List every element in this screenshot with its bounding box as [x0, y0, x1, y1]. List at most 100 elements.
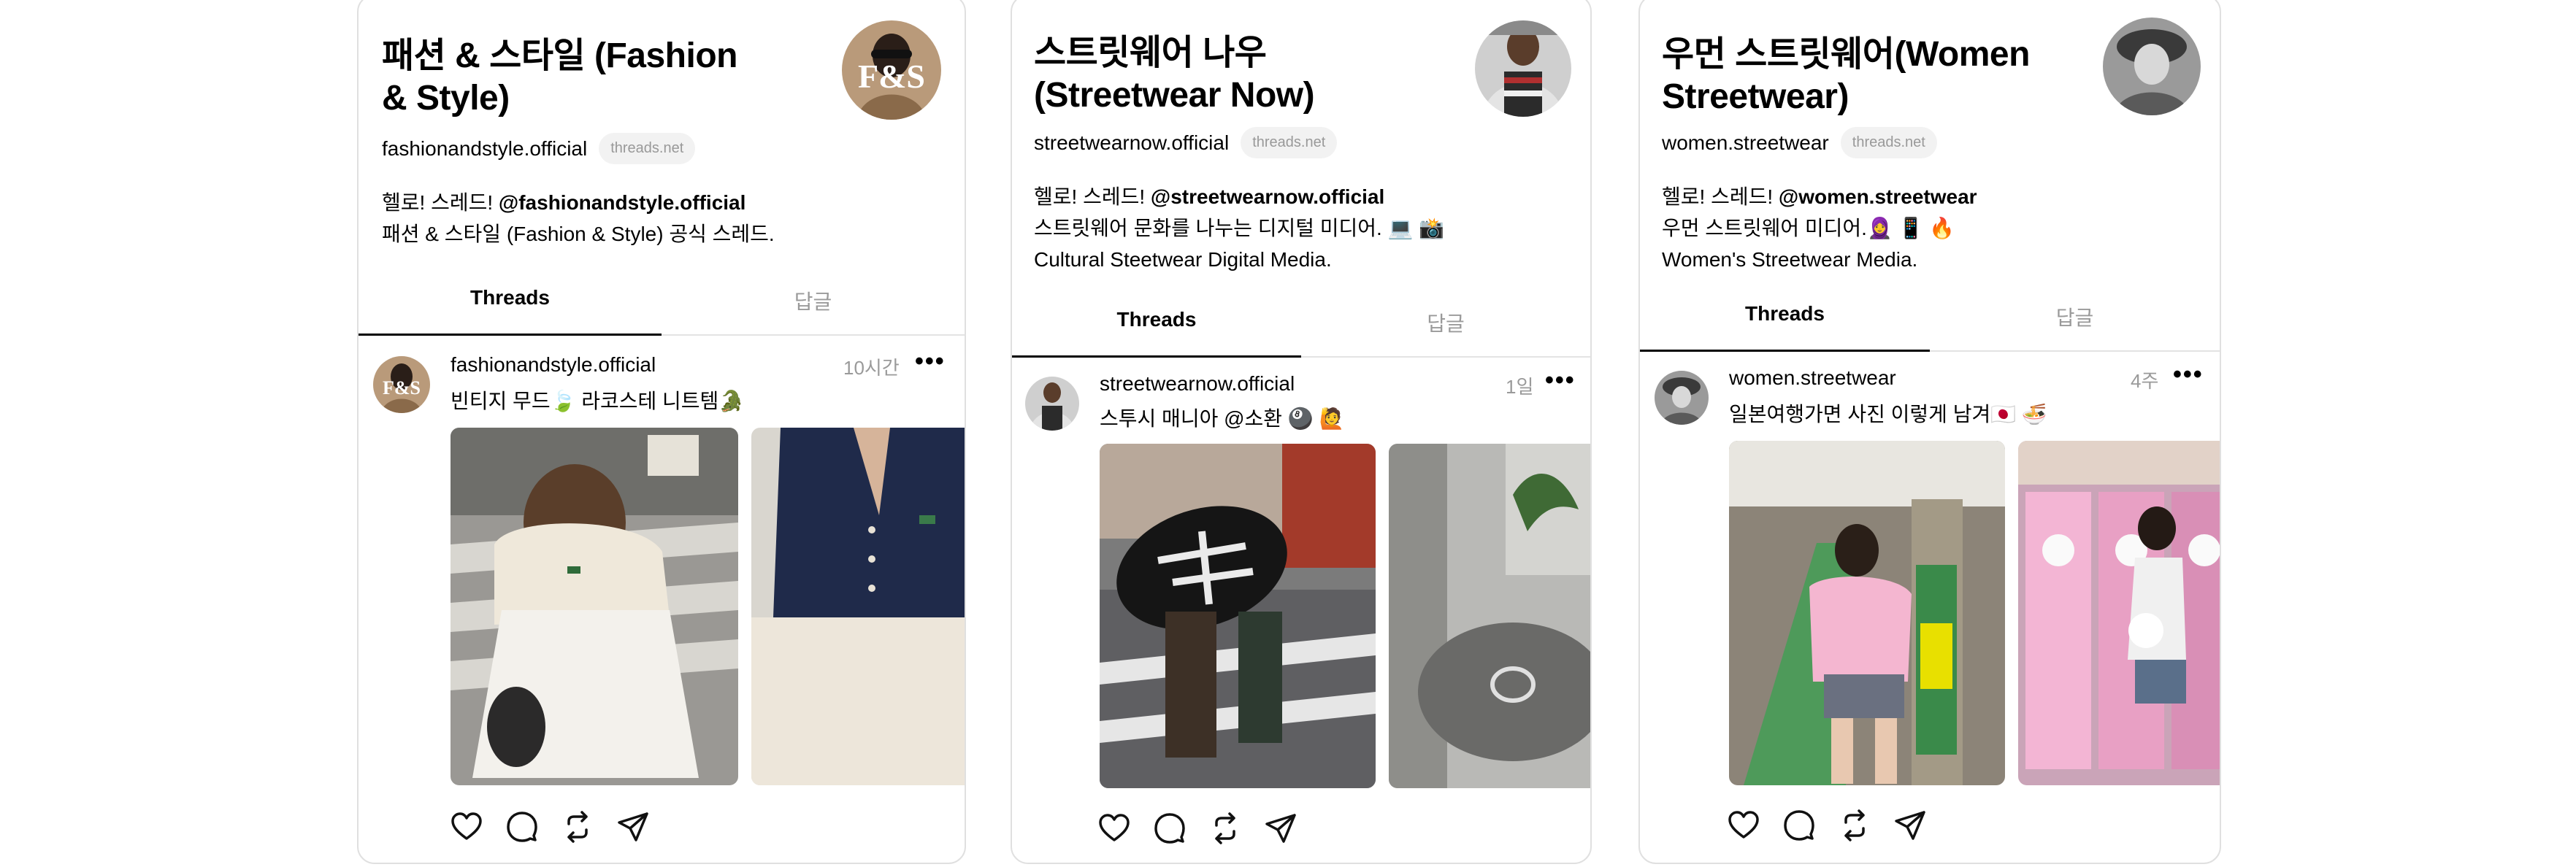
- post-username-link[interactable]: fashionandstyle.official: [451, 353, 656, 377]
- post-author-avatar[interactable]: [1025, 377, 1079, 431]
- post-photo[interactable]: [1389, 444, 1590, 788]
- domain-badge[interactable]: threads.net: [1241, 127, 1338, 158]
- post-author-avatar[interactable]: [1655, 371, 1709, 425]
- profile-title: 패션 & 스타일 (Fashion & Style): [382, 36, 737, 117]
- bio-greeting: 헬로! 스레드!: [382, 191, 499, 214]
- post-author-avatar[interactable]: F&S: [373, 356, 430, 413]
- threads-profile-card-womenstreetwear: 우먼 스트릿웨어(Women Streetwear) women.streetw…: [1638, 0, 2221, 864]
- reply-button[interactable]: [1783, 809, 1815, 841]
- tab-threads[interactable]: Threads: [1640, 302, 1930, 352]
- post-media-carousel[interactable]: [1100, 444, 1590, 788]
- reply-button[interactable]: [506, 811, 538, 843]
- bio-line-2: 패션 & 스타일 (Fashion & Style) 공식 스레드.: [382, 223, 775, 245]
- post-actions: [451, 811, 649, 843]
- handle-row: fashionandstyle.official threads.net: [382, 133, 696, 164]
- profile-tabs: Threads 답글: [1640, 302, 2220, 352]
- profile-avatar-image: [1475, 20, 1571, 117]
- bio-greeting: 헬로! 스레드!: [1662, 185, 1779, 208]
- photo-gravel-stussy-logo: [1389, 444, 1590, 788]
- comment-icon: [1784, 810, 1814, 841]
- profile-tabs: Threads 답글: [1012, 308, 1590, 358]
- post-author-avatar-image: F&S: [373, 356, 430, 413]
- photo-umbrella-street: [1100, 444, 1376, 788]
- post-media-carousel[interactable]: [1729, 441, 2220, 785]
- profile-handle-link[interactable]: fashionandstyle.official: [382, 137, 587, 161]
- like-button[interactable]: [451, 811, 483, 843]
- handle-row: streetwearnow.official threads.net: [1034, 127, 1338, 158]
- repost-icon: [1844, 809, 1865, 841]
- bio-mention-link[interactable]: @women.streetwear: [1779, 185, 1977, 208]
- bio-line-2: 우먼 스트릿웨어 미디어.🧕 📱 🔥: [1662, 217, 1955, 239]
- domain-badge[interactable]: threads.net: [599, 133, 696, 164]
- tab-replies[interactable]: 답글: [662, 286, 965, 334]
- share-button[interactable]: [1894, 809, 1926, 841]
- reply-button[interactable]: [1154, 812, 1186, 844]
- post-timestamp[interactable]: 1일: [1506, 372, 1533, 399]
- threads-profile-card-streetwearnow: 스트릿웨어 나우 (Streetwear Now) streetwearnow.…: [1011, 0, 1592, 864]
- profile-bio: 헬로! 스레드! @women.streetwear 우먼 스트릿웨어 미디어.…: [1662, 181, 1977, 275]
- bio-mention-link[interactable]: @fashionandstyle.official: [499, 191, 745, 214]
- profile-avatar[interactable]: [1475, 20, 1571, 117]
- tab-threads[interactable]: Threads: [1012, 308, 1301, 358]
- comment-icon: [1154, 813, 1185, 844]
- post-photo[interactable]: [1100, 444, 1376, 788]
- post-photo[interactable]: [751, 428, 965, 785]
- share-icon: [618, 812, 648, 841]
- avatar-logo-text-small: F&S: [383, 377, 421, 398]
- post-photo[interactable]: [1729, 441, 2005, 785]
- post-caption: 스투시 매니아 @소환 🎱 🙋: [1100, 407, 1345, 430]
- post-caption: 빈티지 무드🍃 라코스테 니트템🐊: [451, 390, 745, 412]
- tab-threads[interactable]: Threads: [359, 286, 662, 336]
- profile-tabs: Threads 답글: [359, 286, 965, 336]
- share-button[interactable]: [1265, 812, 1297, 844]
- domain-badge[interactable]: threads.net: [1840, 127, 1937, 158]
- tab-replies[interactable]: 답글: [1301, 308, 1590, 356]
- heart-icon: [1728, 811, 1759, 839]
- repost-button[interactable]: [561, 811, 594, 843]
- photo-cream-knit-outfit: [451, 428, 738, 785]
- profile-handle-link[interactable]: streetwearnow.official: [1034, 131, 1229, 155]
- more-options-button[interactable]: •••: [915, 347, 946, 376]
- more-options-button[interactable]: •••: [1545, 366, 1576, 395]
- comment-icon: [507, 812, 537, 842]
- post-media-carousel[interactable]: [451, 428, 965, 785]
- post-username-link[interactable]: women.streetwear: [1729, 366, 1896, 390]
- handle-row: women.streetwear threads.net: [1662, 127, 1937, 158]
- profile-avatar[interactable]: F&S: [842, 20, 941, 120]
- heart-icon: [451, 812, 482, 840]
- post-timestamp[interactable]: 10시간: [843, 353, 900, 380]
- profile-avatar[interactable]: [2103, 18, 2201, 115]
- bio-line-3: Cultural Steetwear Digital Media.: [1034, 248, 1332, 271]
- avatar-logo-text: F&S: [858, 58, 925, 95]
- post-caption: 일본여행가면 사진 이렇게 남겨🇯🇵 🍜: [1729, 403, 2047, 425]
- share-icon: [1265, 814, 1296, 843]
- share-icon: [1895, 811, 1925, 840]
- profile-handle-link[interactable]: women.streetwear: [1662, 131, 1829, 155]
- bio-greeting: 헬로! 스레드!: [1034, 185, 1151, 208]
- post-actions: [1728, 809, 1926, 841]
- repost-button[interactable]: [1839, 809, 1871, 841]
- post-author-avatar-image: [1655, 371, 1709, 425]
- profile-title: 스트릿웨어 나우 (Streetwear Now): [1034, 34, 1315, 115]
- share-button[interactable]: [617, 811, 649, 843]
- post-photo[interactable]: [2018, 441, 2220, 785]
- like-button[interactable]: [1098, 812, 1130, 844]
- photo-pink-tee-street: [1729, 441, 2005, 785]
- photo-gacha-machines: [2018, 441, 2220, 785]
- post-username-link[interactable]: streetwearnow.official: [1100, 372, 1295, 396]
- post-photo[interactable]: [451, 428, 738, 785]
- profile-bio: 헬로! 스레드! @streetwearnow.official 스트릿웨어 문…: [1034, 181, 1444, 275]
- tab-replies[interactable]: 답글: [1930, 302, 2220, 350]
- post-timestamp[interactable]: 4주: [2131, 366, 2158, 393]
- threads-embeds-page: 패션 & 스타일 (Fashion & Style) F&S fashionan…: [0, 0, 2576, 867]
- bio-mention-link[interactable]: @streetwearnow.official: [1151, 185, 1384, 208]
- repost-icon: [1215, 812, 1235, 844]
- repost-icon: [567, 811, 588, 843]
- repost-button[interactable]: [1209, 812, 1241, 844]
- heart-icon: [1099, 814, 1130, 841]
- more-options-button[interactable]: •••: [2173, 361, 2204, 389]
- post-author-avatar-image: [1025, 377, 1079, 431]
- bio-line-3: Women's Streetwear Media.: [1662, 248, 1918, 271]
- bio-line-2: 스트릿웨어 문화를 나누는 디지털 미디어. 💻 📸: [1034, 217, 1445, 239]
- like-button[interactable]: [1728, 809, 1760, 841]
